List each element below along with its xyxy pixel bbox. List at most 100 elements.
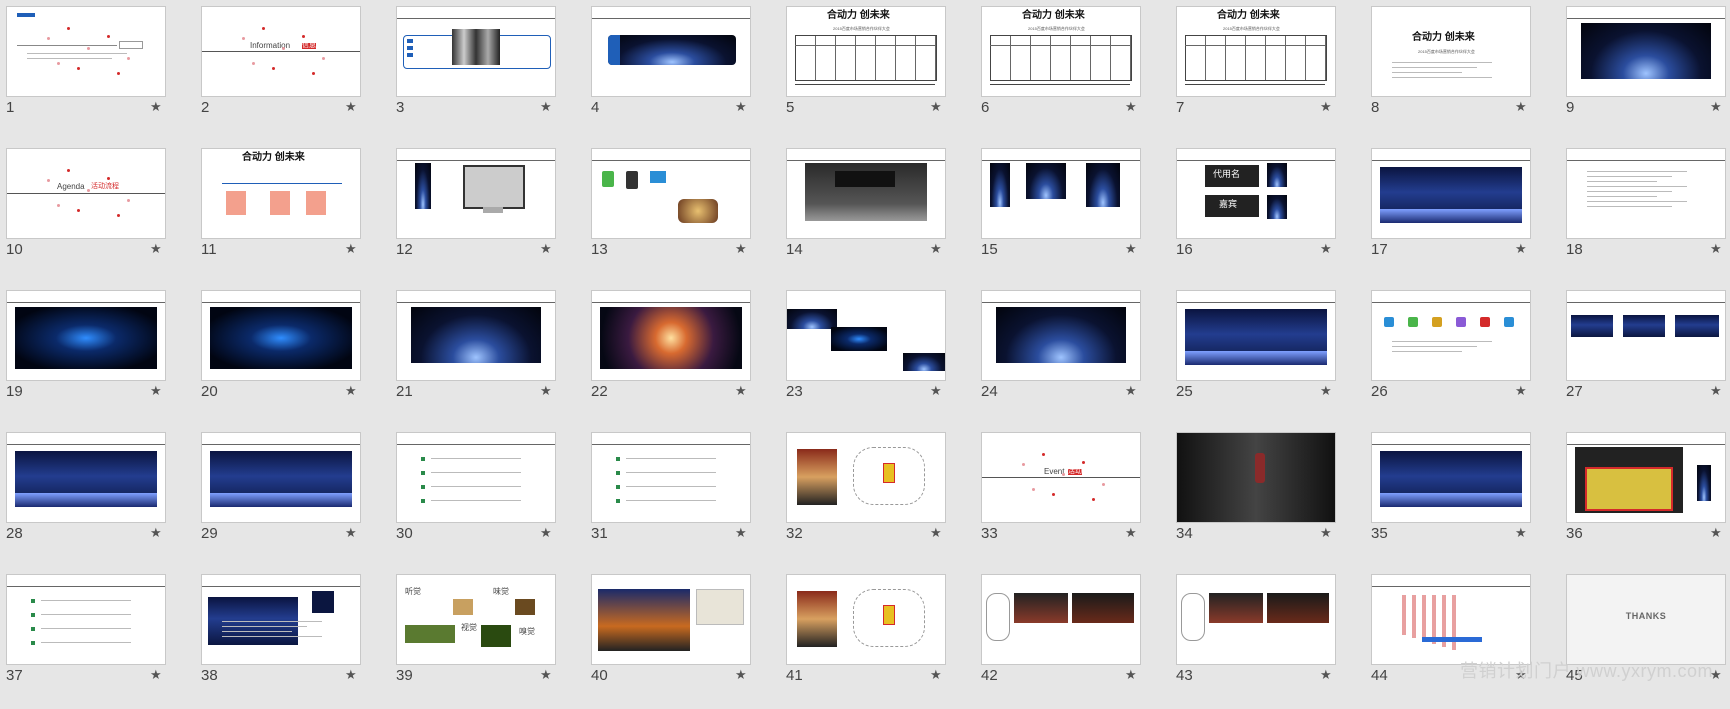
star-icon[interactable]: ★ bbox=[930, 99, 942, 115]
slide-thumbnail[interactable] bbox=[591, 148, 751, 239]
star-icon[interactable]: ★ bbox=[150, 241, 162, 257]
slide-thumbnail[interactable] bbox=[591, 574, 751, 665]
star-icon[interactable]: ★ bbox=[150, 99, 162, 115]
star-icon[interactable]: ★ bbox=[1710, 525, 1722, 541]
slide-thumbnail[interactable] bbox=[591, 432, 751, 523]
star-icon[interactable]: ★ bbox=[930, 383, 942, 399]
star-icon[interactable]: ★ bbox=[345, 99, 357, 115]
star-icon[interactable]: ★ bbox=[150, 667, 162, 683]
slide-thumbnail[interactable] bbox=[396, 290, 556, 381]
slide-thumbnail[interactable] bbox=[1566, 148, 1726, 239]
slide-thumbnail[interactable] bbox=[201, 290, 361, 381]
slide-thumbnail[interactable] bbox=[1566, 432, 1726, 523]
slide-thumbnail[interactable] bbox=[201, 432, 361, 523]
slide-thumbnail[interactable]: 代用名 嘉宾 bbox=[1176, 148, 1336, 239]
slide-thumbnail[interactable] bbox=[981, 290, 1141, 381]
slide-thumbnail[interactable]: THANKS bbox=[1566, 574, 1726, 665]
star-icon[interactable]: ★ bbox=[1320, 99, 1332, 115]
slide-thumbnail[interactable] bbox=[1566, 290, 1726, 381]
text-line bbox=[431, 472, 521, 473]
star-icon[interactable]: ★ bbox=[1125, 99, 1137, 115]
star-icon[interactable]: ★ bbox=[735, 383, 747, 399]
star-icon[interactable]: ★ bbox=[1320, 667, 1332, 683]
star-icon[interactable]: ★ bbox=[540, 383, 552, 399]
star-icon[interactable]: ★ bbox=[345, 241, 357, 257]
slide-thumbnail[interactable]: Information 信息 bbox=[201, 6, 361, 97]
slide-thumbnail[interactable] bbox=[1176, 574, 1336, 665]
star-icon[interactable]: ★ bbox=[1515, 99, 1527, 115]
slide-thumbnail[interactable] bbox=[396, 6, 556, 97]
star-icon[interactable]: ★ bbox=[540, 667, 552, 683]
star-icon[interactable]: ★ bbox=[345, 667, 357, 683]
star-icon[interactable]: ★ bbox=[1515, 525, 1527, 541]
slide-thumbnail[interactable]: 合动力 创未来 bbox=[201, 148, 361, 239]
slide-header-line bbox=[397, 444, 555, 445]
star-icon[interactable]: ★ bbox=[1125, 667, 1137, 683]
slide-thumbnail[interactable] bbox=[981, 574, 1141, 665]
slide-thumbnail[interactable] bbox=[6, 290, 166, 381]
slide-thumbnail[interactable]: Event 活动 bbox=[981, 432, 1141, 523]
slide-thumbnail[interactable] bbox=[396, 148, 556, 239]
slide-thumbnail[interactable] bbox=[201, 574, 361, 665]
star-icon[interactable]: ★ bbox=[735, 99, 747, 115]
star-icon[interactable]: ★ bbox=[735, 667, 747, 683]
slide-number: 22 bbox=[591, 383, 608, 400]
star-icon[interactable]: ★ bbox=[1710, 99, 1722, 115]
bullet bbox=[421, 485, 425, 489]
star-icon[interactable]: ★ bbox=[735, 241, 747, 257]
slide-thumbnail[interactable] bbox=[786, 148, 946, 239]
slide-thumbnail[interactable] bbox=[6, 6, 166, 97]
star-icon[interactable]: ★ bbox=[1710, 241, 1722, 257]
slide-thumbnail[interactable] bbox=[981, 148, 1141, 239]
star-icon[interactable]: ★ bbox=[930, 241, 942, 257]
star-icon[interactable]: ★ bbox=[1710, 383, 1722, 399]
slide-thumbnail[interactable] bbox=[1371, 290, 1531, 381]
banner-a bbox=[990, 163, 1010, 207]
slide-thumbnail[interactable] bbox=[786, 290, 946, 381]
star-icon[interactable]: ★ bbox=[1515, 383, 1527, 399]
star-icon[interactable]: ★ bbox=[540, 99, 552, 115]
red-dot bbox=[1082, 461, 1085, 464]
slide-thumbnail[interactable] bbox=[1371, 574, 1531, 665]
slide-thumbnail[interactable]: 合动力 创未来 2015百度市场营销合作伙伴大会 bbox=[981, 6, 1141, 97]
star-icon[interactable]: ★ bbox=[345, 525, 357, 541]
star-icon[interactable]: ★ bbox=[150, 525, 162, 541]
star-icon[interactable]: ★ bbox=[1320, 241, 1332, 257]
map bbox=[696, 589, 744, 625]
slide-thumbnail[interactable] bbox=[1371, 432, 1531, 523]
star-icon[interactable]: ★ bbox=[930, 525, 942, 541]
slide-thumbnail[interactable] bbox=[1371, 148, 1531, 239]
slide-thumbnail[interactable]: 听觉 味觉 视觉 嗅觉 bbox=[396, 574, 556, 665]
star-icon[interactable]: ★ bbox=[1320, 525, 1332, 541]
slide-thumbnail[interactable]: 合动力 创未来 2015百度市场营销合作伙伴大会 bbox=[1176, 6, 1336, 97]
star-icon[interactable]: ★ bbox=[345, 383, 357, 399]
slide-thumbnail[interactable] bbox=[1176, 290, 1336, 381]
slide-thumbnail[interactable] bbox=[6, 574, 166, 665]
slide-thumbnail[interactable] bbox=[396, 432, 556, 523]
star-icon[interactable]: ★ bbox=[1515, 241, 1527, 257]
slide-thumbnail[interactable] bbox=[6, 432, 166, 523]
star-icon[interactable]: ★ bbox=[1320, 383, 1332, 399]
slide-thumbnail[interactable]: Agenda 活动流程 bbox=[6, 148, 166, 239]
star-icon[interactable]: ★ bbox=[1125, 383, 1137, 399]
star-icon[interactable]: ★ bbox=[1125, 525, 1137, 541]
red-dot bbox=[57, 62, 60, 65]
slide-thumbnail[interactable] bbox=[786, 574, 946, 665]
star-icon[interactable]: ★ bbox=[735, 525, 747, 541]
slide-thumbnail[interactable] bbox=[1176, 432, 1336, 523]
slide-number: 41 bbox=[786, 667, 803, 684]
slide-thumbnail[interactable] bbox=[1566, 6, 1726, 97]
slide-thumbnail[interactable]: 合动力 创未来 2015百度市场营销合作伙伴大会 bbox=[786, 6, 946, 97]
slide-thumbnail[interactable] bbox=[591, 6, 751, 97]
star-icon[interactable]: ★ bbox=[540, 241, 552, 257]
hall-b bbox=[1072, 593, 1134, 623]
slide-cell: 42 ★ bbox=[975, 568, 1170, 709]
star-icon[interactable]: ★ bbox=[1125, 241, 1137, 257]
star-icon[interactable]: ★ bbox=[930, 667, 942, 683]
slide-thumbnail[interactable] bbox=[786, 432, 946, 523]
slide-number: 36 bbox=[1566, 525, 1583, 542]
star-icon[interactable]: ★ bbox=[150, 383, 162, 399]
slide-thumbnail[interactable] bbox=[591, 290, 751, 381]
star-icon[interactable]: ★ bbox=[540, 525, 552, 541]
slide-thumbnail[interactable]: 合动力 创未来 2015百度市场营销合作伙伴大会 bbox=[1371, 6, 1531, 97]
